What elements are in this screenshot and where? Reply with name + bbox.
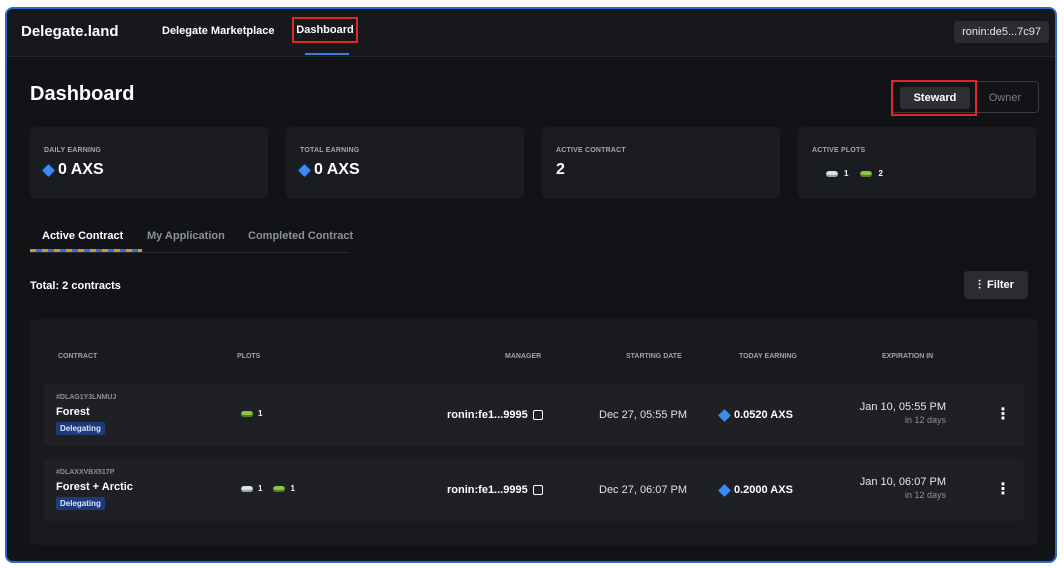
header-today-earning: TODAY EARNING <box>739 353 797 360</box>
tab-active-indicator <box>30 249 142 252</box>
top-navigation-bar: Delegate.land Delegate Marketplace Dashb… <box>7 9 1055 57</box>
nav-dashboard-label: Dashboard <box>296 24 354 36</box>
logo[interactable]: Delegate.land <box>21 23 119 40</box>
owner-role-button[interactable]: Owner <box>979 87 1031 109</box>
table-row[interactable]: #DLAXXVBX517P Forest + Arctic Delegating… <box>44 459 1024 521</box>
steward-highlight-box <box>891 80 977 116</box>
tabs-divider <box>30 252 348 253</box>
expiration-cell: Jan 10, 05:55 PM in 12 days <box>834 401 946 425</box>
wallet-address-button[interactable]: ronin:de5...7c97 <box>954 21 1049 43</box>
header-starting-date: STARTING DATE <box>626 353 682 360</box>
today-earning-value: 0.2000 AXS <box>734 484 793 496</box>
contract-id: #DLAXXVBX517P <box>56 469 115 476</box>
forest-plot-count: 1 <box>258 409 263 418</box>
nav-dashboard[interactable]: Dashboard <box>292 17 358 43</box>
total-earning-value-group: 0 AXS <box>298 161 360 179</box>
daily-earning-card: DAILY EARNING 0 AXS <box>30 127 268 199</box>
axs-diamond-icon <box>718 408 731 422</box>
tab-completed-contract[interactable]: Completed Contract <box>248 230 353 242</box>
copy-icon[interactable] <box>532 410 543 420</box>
manager-cell: ronin:fe1...9995 <box>447 409 543 421</box>
manager-cell: ronin:fe1...9995 <box>447 484 543 496</box>
active-contract-value: 2 <box>556 161 565 178</box>
page-title: Dashboard <box>30 83 135 105</box>
active-contract-card: ACTIVE CONTRACT 2 <box>542 127 780 199</box>
header-manager: MANAGER <box>505 353 542 360</box>
expiration-days: in 12 days <box>904 490 946 500</box>
forest-plot-count: 2 <box>878 169 883 178</box>
filter-button[interactable]: ⫶ Filter <box>964 271 1028 299</box>
header-expiration: EXPIRATION IN <box>882 353 934 360</box>
daily-earning-label: DAILY EARNING <box>44 147 102 154</box>
active-plots-card: ACTIVE PLOTS 1 2 <box>798 127 1036 199</box>
expiration-date: Jan 10, 05:55 PM <box>859 401 946 413</box>
status-badge: Delegating <box>56 497 105 510</box>
today-earning-value: 0.0520 AXS <box>734 409 793 421</box>
active-plots-values: 1 2 <box>826 169 883 178</box>
manager-address: ronin:fe1...9995 <box>447 409 528 421</box>
plots-cell: 1 <box>241 409 262 418</box>
daily-earning-value: 0 AXS <box>58 161 104 178</box>
arctic-plot-count: 1 <box>258 484 263 493</box>
daily-earning-value-group: 0 AXS <box>42 161 104 179</box>
header-contract: CONTRACT <box>58 353 98 360</box>
nav-active-indicator <box>305 53 349 55</box>
contract-name: Forest + Arctic <box>56 481 133 493</box>
total-contracts: Total: 2 contracts <box>30 280 121 292</box>
forest-plot-icon <box>860 170 873 177</box>
contract-id: #DLAG1Y3LNMUJ <box>56 394 117 401</box>
expiration-days: in 12 days <box>904 415 946 425</box>
active-plots-label: ACTIVE PLOTS <box>812 147 866 154</box>
expiration-cell: Jan 10, 06:07 PM in 12 days <box>834 476 946 500</box>
arctic-plot-icon <box>241 485 253 492</box>
starting-date: Dec 27, 06:07 PM <box>599 484 688 496</box>
filter-button-label: Filter <box>987 279 1014 291</box>
copy-icon[interactable] <box>532 485 543 495</box>
more-vertical-icon[interactable]: ⋮ <box>995 479 1011 499</box>
axs-diamond-icon <box>718 483 731 497</box>
axs-diamond-icon <box>298 163 311 177</box>
expiration-date: Jan 10, 06:07 PM <box>859 476 946 488</box>
header-plots: PLOTS <box>237 353 261 360</box>
total-earning-card: TOTAL EARNING 0 AXS <box>286 127 524 199</box>
contract-name: Forest <box>56 406 90 418</box>
nav-delegate-marketplace[interactable]: Delegate Marketplace <box>162 25 275 37</box>
table-row[interactable]: #DLAG1Y3LNMUJ Forest Delegating 1 ronin:… <box>44 384 1024 446</box>
forest-plot-icon <box>273 485 286 492</box>
axs-diamond-icon <box>42 163 55 177</box>
forest-plot-icon <box>241 410 253 417</box>
filter-sliders-icon: ⫶ <box>978 277 982 292</box>
total-earning-label: TOTAL EARNING <box>300 147 360 154</box>
starting-date: Dec 27, 05:55 PM <box>599 409 688 421</box>
tab-my-application[interactable]: My Application <box>147 230 225 242</box>
tab-active-contract[interactable]: Active Contract <box>42 230 123 242</box>
today-earning-cell: 0.2000 AXS <box>718 483 793 497</box>
arctic-plot-count: 1 <box>844 169 849 178</box>
today-earning-cell: 0.0520 AXS <box>718 408 793 422</box>
app-window: Delegate.land Delegate Marketplace Dashb… <box>5 7 1057 563</box>
arctic-plot-icon <box>826 170 838 177</box>
total-earning-value: 0 AXS <box>314 161 360 178</box>
active-contract-label: ACTIVE CONTRACT <box>556 147 626 154</box>
contracts-table: CONTRACT PLOTS MANAGER STARTING DATE TOD… <box>30 319 1038 545</box>
manager-address: ronin:fe1...9995 <box>447 484 528 496</box>
forest-plot-count: 1 <box>290 484 295 493</box>
plots-cell: 1 1 <box>241 484 295 493</box>
status-badge: Delegating <box>56 422 105 435</box>
more-vertical-icon[interactable]: ⋮ <box>995 404 1011 424</box>
